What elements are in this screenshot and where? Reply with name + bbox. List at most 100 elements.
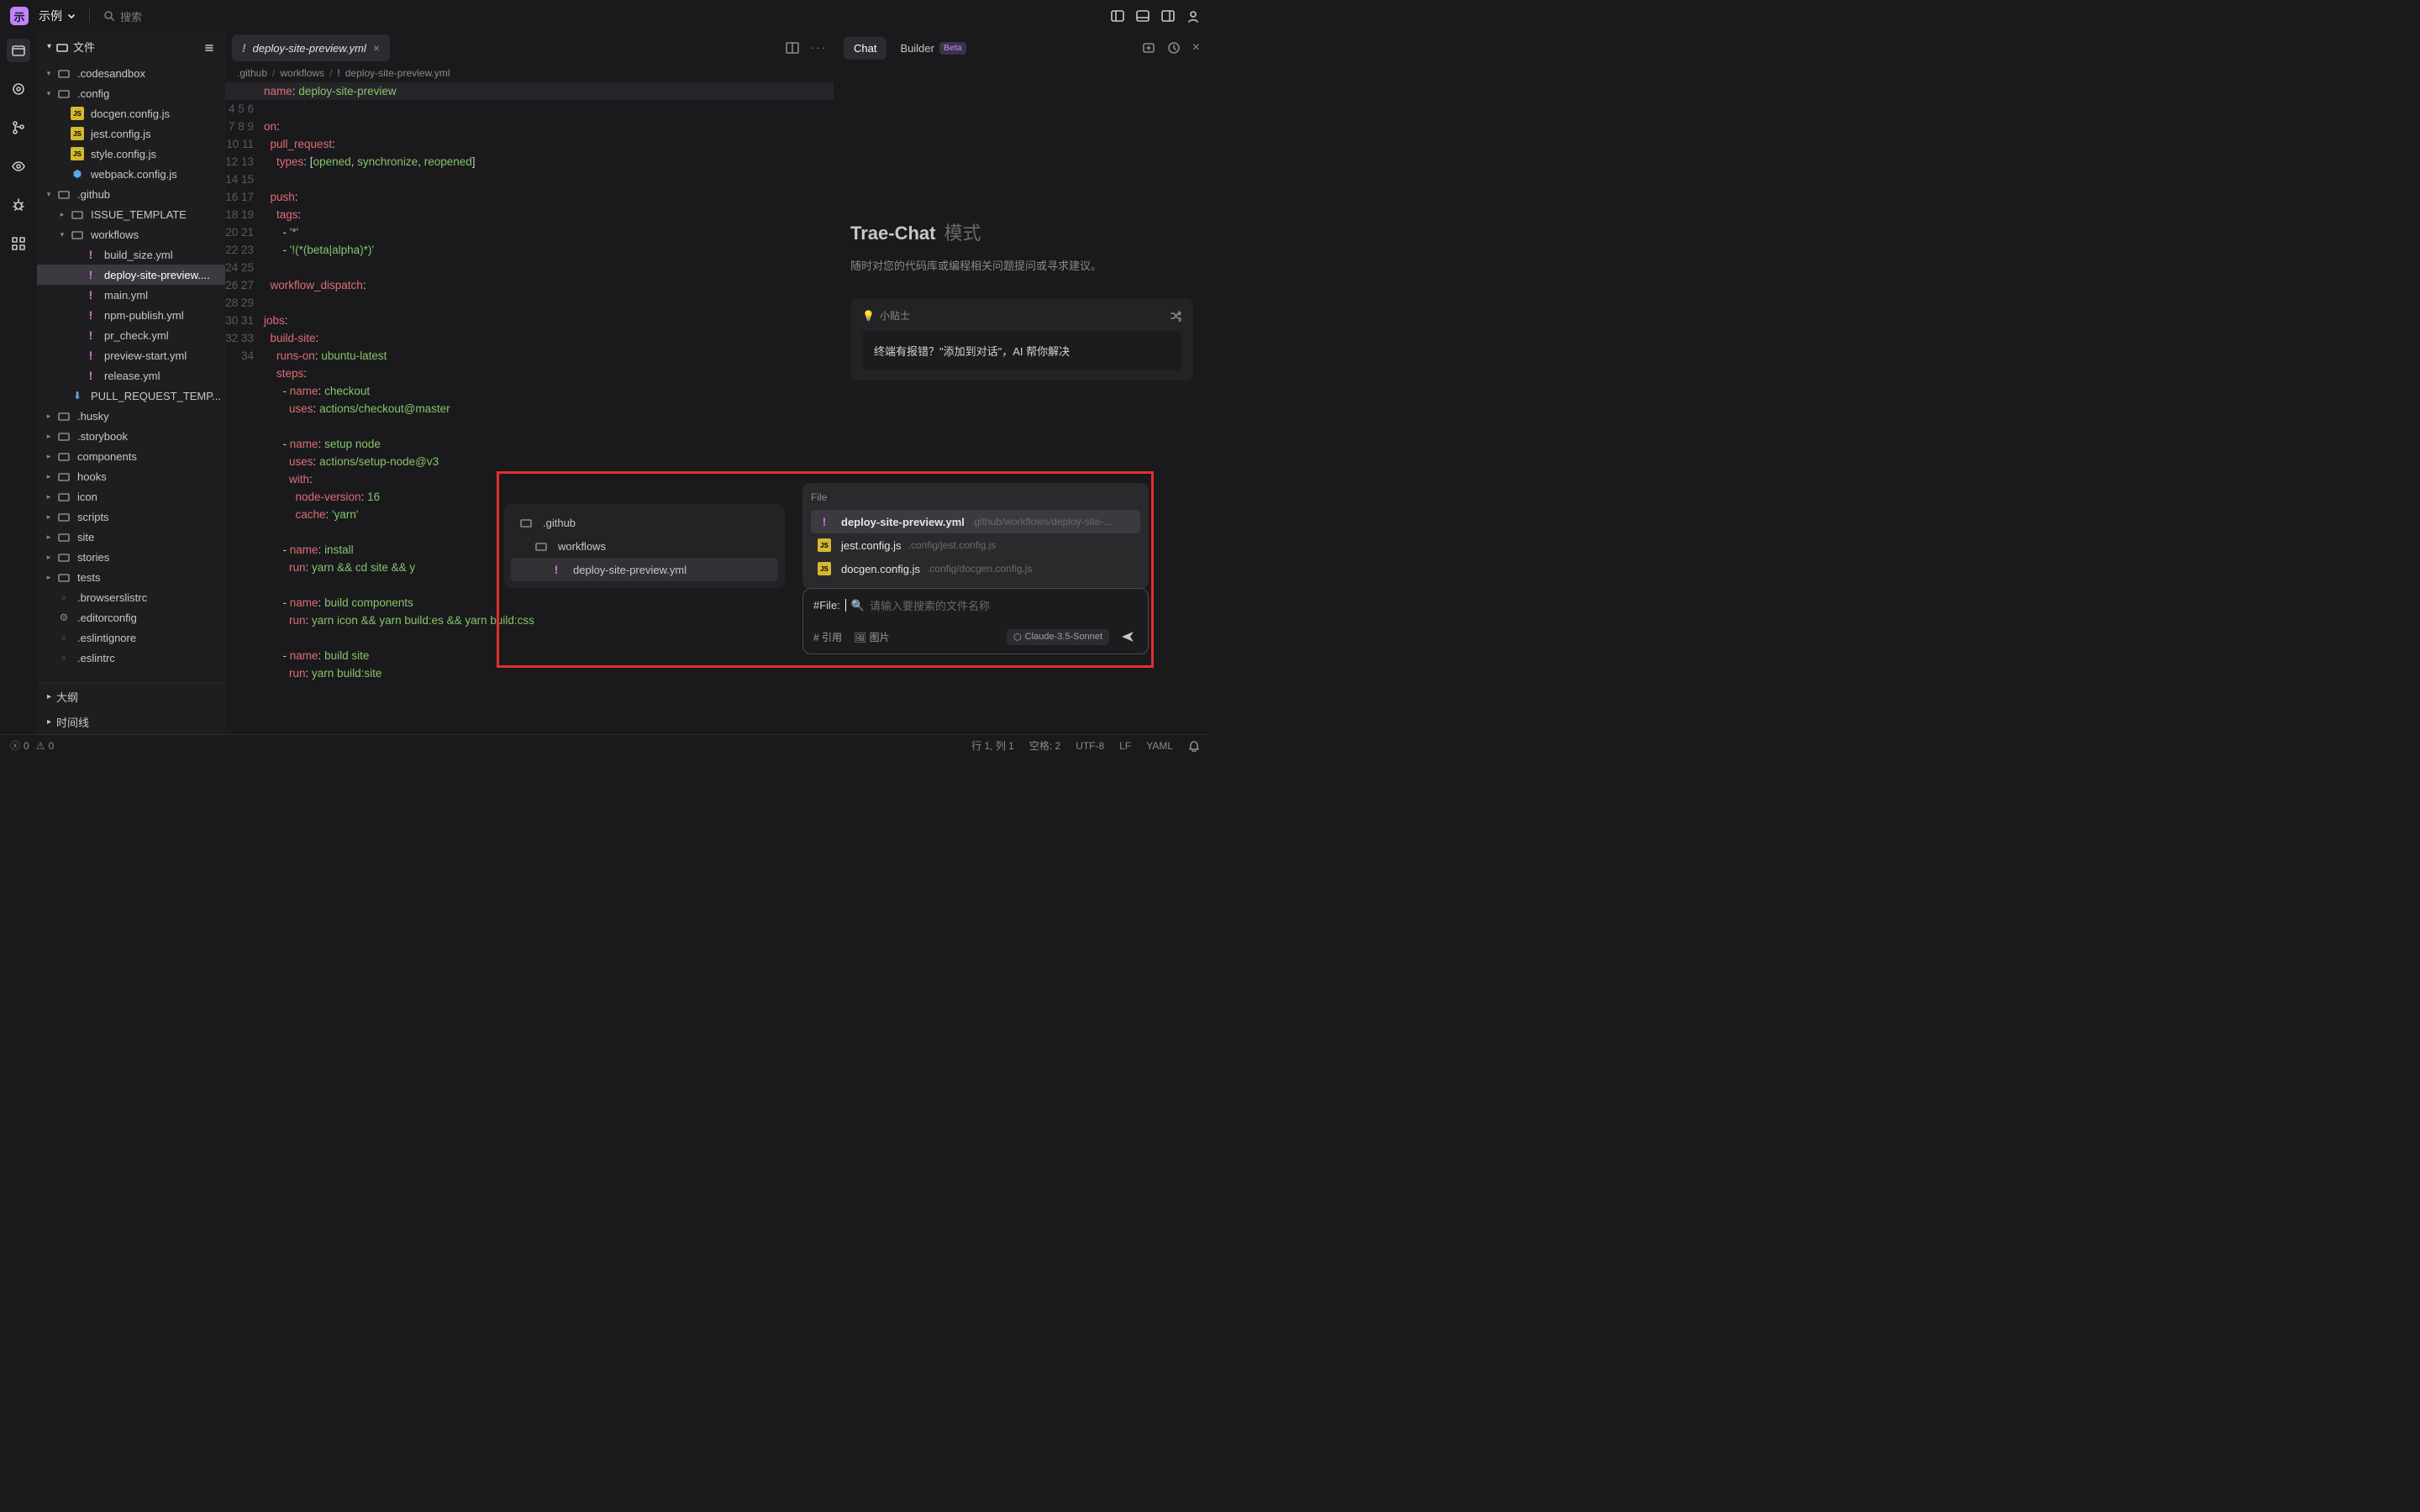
search-icon: 🔍 [851,599,865,612]
tree-item[interactable]: ○.eslintignore [37,627,225,648]
suggestion-item[interactable]: !deploy-site-preview.yml .github/workflo… [811,510,1140,533]
tree-item[interactable]: !release.yml [37,365,225,386]
chevron-down-icon [67,12,76,20]
panel-left-icon[interactable] [1111,9,1124,23]
panel-bottom-icon[interactable] [1136,9,1150,23]
tree-item[interactable]: JSstyle.config.js [37,144,225,164]
tree-item[interactable]: !deploy-site-preview.... [37,265,225,285]
folder-icon [56,41,68,53]
eol[interactable]: LF [1119,740,1131,752]
titlebar: 示 示例 搜索 [0,0,1210,32]
tree-item[interactable]: !build_size.yml [37,244,225,265]
encoding[interactable]: UTF-8 [1076,740,1104,752]
file-suggestions-popup: File !deploy-site-preview.yml .github/wo… [802,483,1149,589]
language-mode[interactable]: YAML [1146,740,1173,752]
popup-file-item[interactable]: .github [511,511,778,534]
image-button[interactable]: 🖼 图片 [854,630,890,644]
close-icon[interactable]: × [1192,40,1200,55]
cursor-position[interactable]: 行 1, 列 1 [971,738,1014,753]
sidebar-header: ▾ 文件 [37,32,225,61]
sidebar-title: 文件 [73,39,95,55]
suggestion-item[interactable]: JSjest.config.js .config/jest.config.js [811,533,1140,557]
activity-explorer[interactable] [7,39,30,62]
account-icon[interactable] [1186,9,1200,23]
tree-item[interactable]: !main.yml [37,285,225,305]
chat-input-box[interactable]: #File: 🔍 请输入要搜索的文件名称 # 引用 🖼 图片 ⬡Claude-3… [802,588,1149,654]
tree-item[interactable]: ▾workflows [37,224,225,244]
divider [89,9,90,23]
tree-item[interactable]: JSdocgen.config.js [37,103,225,123]
activity-debug[interactable] [7,193,30,217]
code-editor[interactable]: 1 2 3 4 5 6 7 8 9 10 11 12 13 14 15 16 1… [225,82,834,734]
tree-item[interactable]: ▸.storybook [37,426,225,446]
tree-item[interactable]: ▾.config [37,83,225,103]
tree-item[interactable]: ○.browserslistrc [37,587,225,607]
search-icon [103,10,115,22]
activity-eye[interactable] [7,155,30,178]
tip-card: 💡小贴士 终端有报错？"添加到对话"，AI 帮你解决 [850,298,1193,381]
tree-item[interactable]: JSjest.config.js [37,123,225,144]
activity-branch[interactable] [7,116,30,139]
send-button[interactable] [1118,628,1138,645]
tree-item[interactable]: ▸site [37,527,225,547]
tree-item[interactable]: ▸icon [37,486,225,507]
tree-item[interactable]: ⬢webpack.config.js [37,164,225,184]
close-icon[interactable]: × [373,41,380,55]
breadcrumbs[interactable]: .github/ workflows/ ! deploy-site-previe… [225,64,834,82]
editor-tab[interactable]: ! deploy-site-preview.yml × [232,34,390,61]
panel-right-icon[interactable] [1161,9,1175,23]
tab-chat[interactable]: Chat [844,37,886,60]
lightbulb-icon: 💡 [862,310,875,322]
split-editor-icon[interactable] [786,41,799,55]
history-icon[interactable] [1167,41,1181,55]
indentation[interactable]: 空格: 2 [1029,738,1060,753]
tree-item[interactable]: ⬇PULL_REQUEST_TEMP... [37,386,225,406]
popup-file-item[interactable]: workflows [511,534,778,558]
tree-item[interactable]: ▸components [37,446,225,466]
tree-item[interactable]: ▸hooks [37,466,225,486]
global-search[interactable]: 搜索 [103,8,1101,24]
tree-item[interactable]: ○.eslintrc [37,648,225,668]
collapse-icon[interactable] [203,41,215,53]
suggestion-item[interactable]: JSdocgen.config.js .config/docgen.config… [811,557,1140,580]
bell-icon[interactable] [1188,740,1200,752]
tree-item[interactable]: ▸scripts [37,507,225,527]
tab-label: deploy-site-preview.yml [253,42,366,55]
tree-item[interactable]: ▾.github [37,184,225,204]
warnings-count[interactable]: ⚠0 [36,740,54,752]
tree-item[interactable]: !preview-start.yml [37,345,225,365]
tree-item[interactable]: ▸tests [37,567,225,587]
tree-item[interactable]: ▸stories [37,547,225,567]
chat-title: Trae-Chat 模式 [850,218,1193,245]
errors-count[interactable]: ⓧ0 [10,738,29,753]
more-icon[interactable]: ··· [811,41,827,55]
chevron-down-icon[interactable]: ▾ [47,42,51,51]
timeline-panel[interactable]: ▸时间线 [37,709,225,734]
popup-file-item[interactable]: !deploy-site-preview.yml [511,558,778,581]
reference-button[interactable]: # 引用 [813,630,842,644]
outline-panel[interactable]: ▸大纲 [37,684,225,709]
popup-header: File [811,491,1140,503]
activity-target[interactable] [7,77,30,101]
tree-item[interactable]: ▸ISSUE_TEMPLATE [37,204,225,224]
tree-item[interactable]: !pr_check.yml [37,325,225,345]
app-logo: 示 [10,7,29,25]
tree-item[interactable]: !npm-publish.yml [37,305,225,325]
shuffle-icon[interactable] [1170,310,1181,322]
chat-tabs: Chat Builder Beta × [834,32,1210,64]
new-chat-icon[interactable] [1142,41,1155,55]
file-tree: ▾.codesandbox▾.configJSdocgen.config.jsJ… [37,61,225,683]
tree-item[interactable]: ▾.codesandbox [37,63,225,83]
model-selector[interactable]: ⬡Claude-3.5-Sonnet [1007,629,1109,645]
tip-body: 终端有报错？"添加到对话"，AI 帮你解决 [862,331,1181,370]
tree-item[interactable]: ⚙.editorconfig [37,607,225,627]
statusbar: ⓧ0 ⚠0 行 1, 列 1 空格: 2 UTF-8 LF YAML [0,734,1210,756]
input-placeholder: 请输入要搜索的文件名称 [870,597,990,613]
tab-builder[interactable]: Builder Beta [890,37,976,60]
project-name[interactable]: 示例 [39,8,76,24]
editor-column: ! deploy-site-preview.yml × ··· .github/… [225,32,834,734]
activity-grid[interactable] [7,232,30,255]
tree-item[interactable]: ▸.husky [37,406,225,426]
breadcrumb-popup: .githubworkflows!deploy-site-preview.yml [504,504,785,588]
search-placeholder: 搜索 [120,8,142,24]
